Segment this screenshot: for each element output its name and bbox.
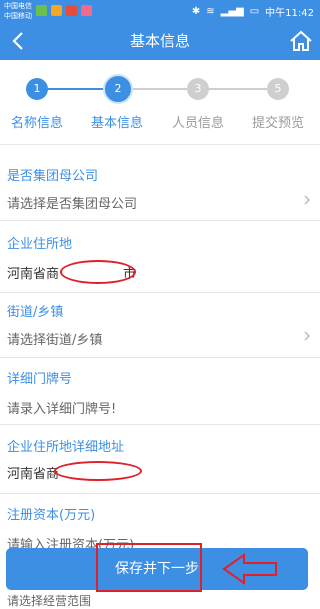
wifi-icon: ≋	[206, 6, 215, 17]
redaction-mark	[60, 260, 136, 284]
clock: 中午11:42	[265, 8, 314, 19]
app-notification-icon	[51, 5, 62, 16]
chevron-right-icon	[304, 331, 311, 341]
top-nav-bar: 基本信息	[0, 22, 320, 60]
carrier-label-1: 中国电信	[4, 2, 32, 10]
door-number-field[interactable]: 详细门牌号 请录入详细门牌号!	[0, 358, 320, 425]
step-3-circle: 3	[187, 78, 209, 100]
step-connector	[128, 88, 192, 90]
step-1-circle: 1	[26, 78, 48, 100]
carrier-info: 中国电信 中国移动	[4, 1, 32, 21]
signal-icon: ▂▄▆	[220, 6, 244, 17]
carrier-label-2: 中国移动	[4, 12, 32, 20]
address-prefix: 河南省商	[7, 267, 60, 282]
step-connector	[40, 88, 112, 90]
field-value: 请录入详细门牌号!	[7, 402, 117, 417]
step-indicator	[0, 60, 320, 145]
field-label: 企业住所地	[7, 237, 73, 252]
step-2-label: 基本信息	[90, 116, 143, 131]
page-title: 基本信息	[129, 32, 190, 50]
bluetooth-icon: ✱	[191, 6, 201, 17]
notification-icons	[36, 5, 92, 16]
step-2-circle: 2	[103, 74, 133, 104]
field-value: 请选择街道/乡镇	[7, 333, 103, 348]
arrow-left-icon	[222, 553, 277, 585]
home-icon[interactable]	[288, 28, 314, 54]
field-label: 街道/乡镇	[7, 305, 64, 320]
step-5-label: 提交预览	[251, 116, 304, 131]
field-label: 企业住所地详细地址	[7, 440, 125, 455]
field-label: 注册资本(万元)	[7, 508, 96, 523]
field-value: 请选择是否集团母公司	[7, 197, 138, 212]
address-field[interactable]: 企业住所地 河南省商市	[0, 221, 320, 293]
step-1-label: 名称信息	[10, 116, 63, 131]
detailed-address-field[interactable]: 企业住所地详细地址 河南省商	[0, 425, 320, 494]
street-field[interactable]: 街道/乡镇 请选择街道/乡镇	[0, 293, 320, 358]
step-5-circle: 5	[267, 78, 289, 100]
app-notification-icon	[81, 5, 92, 16]
field-label: 是否集团母公司	[7, 169, 99, 184]
highlight-annotation	[96, 543, 202, 592]
redaction-mark	[54, 461, 142, 481]
app-notification-icon	[66, 5, 77, 16]
field-label: 详细门牌号	[7, 372, 73, 387]
status-right: ✱ ≋ ▂▄▆ ▭ 中午11:42	[192, 4, 314, 19]
battery-icon: ▭	[249, 6, 260, 17]
chevron-right-icon	[304, 195, 311, 205]
status-bar: 中国电信 中国移动 ✱ ≋ ▂▄▆ ▭ 中午11:42	[0, 0, 320, 22]
step-3-label: 人员信息	[171, 116, 224, 131]
field-value: 河南省商	[7, 467, 60, 482]
step-connector	[208, 88, 270, 90]
app-notification-icon	[36, 5, 47, 16]
next-field-peek: 请选择经营范围	[7, 594, 92, 608]
group-company-field[interactable]: 是否集团母公司 请选择是否集团母公司	[0, 158, 320, 221]
